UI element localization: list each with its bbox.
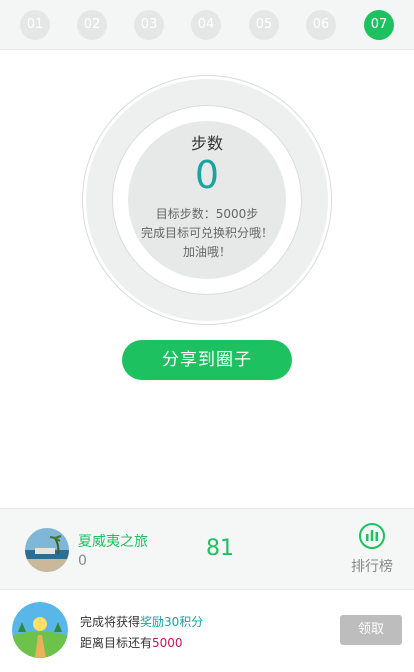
steps-title: 步数	[190, 134, 223, 153]
user-name[interactable]: 夏威夷之旅	[78, 531, 148, 551]
ranking-panel: 夏威夷之旅 0 81 排行榜	[0, 508, 414, 590]
day-tab-01[interactable]: 01	[20, 10, 50, 40]
day-tab-06[interactable]: 06	[306, 10, 336, 40]
day-tab-07[interactable]: 07	[364, 10, 394, 40]
reward-line-2: 距离目标还有5000	[80, 634, 183, 651]
cheer-text: 加油哦！	[182, 245, 231, 259]
remaining-steps: 5000	[152, 636, 183, 650]
landscape-badge-icon	[12, 602, 68, 658]
share-button[interactable]: 分享到圈子	[122, 340, 292, 380]
reward-points: 奖励30积分	[140, 615, 204, 629]
remaining-prefix: 距离目标还有	[80, 636, 153, 650]
reward-line-1: 完成将获得奖励30积分	[80, 613, 203, 630]
day-tab-05[interactable]: 05	[249, 10, 279, 40]
hint-text: 完成目标可兑换积分哦！	[140, 226, 273, 240]
day-tabs: 01 02 03 04 05 06 07	[0, 0, 414, 50]
steps-count: 0	[194, 153, 220, 197]
day-tab-02[interactable]: 02	[77, 10, 107, 40]
reward-prefix: 完成将获得	[80, 615, 141, 629]
leaderboard-button[interactable]: 排行榜	[340, 523, 404, 579]
claim-button[interactable]: 领取	[340, 615, 402, 645]
leaderboard-label: 排行榜	[351, 559, 393, 575]
bar-chart-icon	[359, 523, 385, 549]
avatar[interactable]	[25, 528, 69, 572]
day-tab-04[interactable]: 04	[191, 10, 221, 40]
day-tab-03[interactable]: 03	[134, 10, 164, 40]
goal-text: 目标步数：5000步	[155, 207, 259, 221]
user-rank: 0	[78, 553, 87, 569]
user-steps: 81	[206, 536, 234, 561]
